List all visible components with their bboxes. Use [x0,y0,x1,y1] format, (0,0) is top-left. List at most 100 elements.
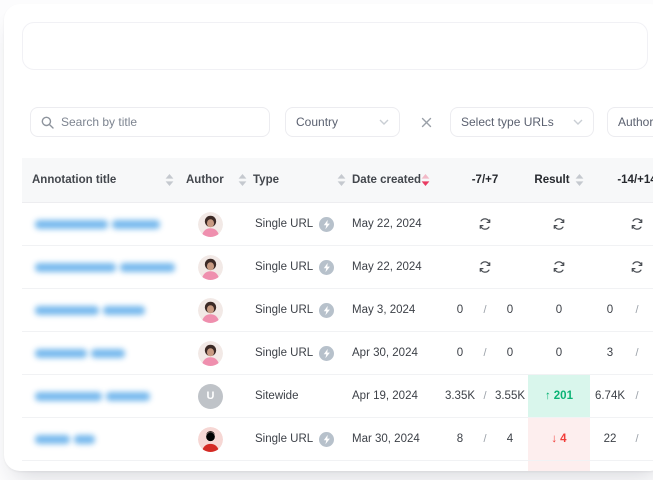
annotations-panel: Country Select type URLs Author Annotati… [4,4,653,471]
table-row: Single URL Apr 30, 2024 0/0 0 3/ [22,332,653,375]
result-cell [528,203,590,245]
annotation-title-link[interactable] [35,349,125,358]
refresh-icon[interactable] [552,260,566,274]
minus7-plus7-cell: 8/4 [442,418,528,460]
type-urls-select-value: Select type URLs [461,115,554,129]
search-input[interactable] [61,115,259,129]
annotation-title-link[interactable] [35,263,175,272]
author-cell [186,332,253,374]
sort-icon [165,174,174,186]
column-header-date[interactable]: Date created [352,174,442,186]
boost-bolt-icon [319,303,334,318]
refresh-icon[interactable] [552,217,566,231]
refresh-icon[interactable] [630,217,644,231]
minus7-plus7-cell [442,246,528,288]
clear-filter-button[interactable] [418,114,434,130]
result-cell [528,461,590,471]
author-select-value: Author [618,115,653,129]
sort-icon [238,174,247,186]
table-body: Single URL May 22, 2024 Single URL May 2… [22,203,653,471]
country-select[interactable]: Country [285,107,400,137]
result-cell: ↓4 [528,418,590,460]
author-avatar [198,212,223,237]
sort-icon [337,174,346,186]
column-header-author[interactable]: Author [186,174,253,186]
author-avatar [198,255,223,280]
table-row: Single URL May 22, 2024 [22,203,653,246]
date-cell: Apr 30, 2024 [352,332,442,374]
sort-icon [575,174,584,186]
author-avatar: U [198,384,223,409]
minus14-plus14-cell: 0/ [590,289,653,331]
author-avatar [198,298,223,323]
boost-bolt-icon [319,346,334,361]
table-row: Single URL Mar 30, 2024 8/4 ↓4 22/ [22,418,653,461]
title-cell [22,418,186,460]
type-cell: Single URL [253,203,352,245]
type-cell: Single URL [253,418,352,460]
chevron-down-icon [379,119,389,125]
result-cell: 0 [528,289,590,331]
date-cell: May 22, 2024 [352,203,442,245]
date-cell: May 22, 2024 [352,246,442,288]
title-cell [22,375,186,417]
author-cell: U [186,375,253,417]
boost-bolt-icon [319,217,334,232]
date-cell: May 3, 2024 [352,289,442,331]
refresh-icon[interactable] [478,260,492,274]
refresh-icon[interactable] [478,217,492,231]
table-header-row: Annotation title Author Type Date create… [22,158,653,203]
minus7-plus7-cell [442,203,528,245]
minus14-plus14-cell: 6.74K/6 [590,375,653,417]
minus14-plus14-cell [590,246,653,288]
title-cell [22,289,186,331]
type-cell: Sitewide [253,375,352,417]
title-cell [22,203,186,245]
sort-icon [421,174,430,186]
author-avatar [198,341,223,366]
date-cell: Mar 30, 2024 [352,418,442,460]
author-cell [186,418,253,460]
author-cell [186,203,253,245]
column-header-m14: -14/+14 [590,174,653,186]
table-row: U Sitewide Apr 19, 2024 3.35K/3.55K ↑201… [22,375,653,418]
minus14-plus14-cell [590,203,653,245]
minus7-plus7-cell: 0/0 [442,332,528,374]
table-row: Single URL May 3, 2024 0/0 0 0/ [22,289,653,332]
chevron-down-icon [573,119,583,125]
refresh-icon[interactable] [630,260,644,274]
date-cell: Apr 19, 2024 [352,375,442,417]
result-cell [528,246,590,288]
filter-bar: Country Select type URLs Author [30,107,653,137]
author-cell [186,289,253,331]
type-cell: Single URL [253,289,352,331]
search-icon [41,116,54,129]
table-row: Single URL May 22, 2024 [22,246,653,289]
annotation-title-link[interactable] [35,306,145,315]
column-header-title[interactable]: Annotation title [22,174,186,186]
column-header-type[interactable]: Type [253,174,352,186]
result-cell: ↑201 [528,375,590,417]
annotation-title-link[interactable] [35,220,160,229]
arrow-down-icon: ↓ [551,433,557,445]
minus14-plus14-cell: 22/ [590,418,653,460]
author-avatar [198,427,223,452]
author-select[interactable]: Author [607,107,653,137]
arrow-up-icon: ↑ [545,390,551,402]
type-cell: Single URL [253,246,352,288]
column-header-result[interactable]: Result [528,174,590,186]
annotations-table: Annotation title Author Type Date create… [22,158,653,471]
type-cell: Single URL [253,332,352,374]
boost-bolt-icon [319,432,334,447]
title-cell [22,332,186,374]
annotation-title-link[interactable] [35,392,150,401]
annotation-title-link[interactable] [35,435,95,444]
table-row-partial [22,461,653,471]
boost-bolt-icon [319,260,334,275]
minus14-plus14-cell: 3/ [590,332,653,374]
type-urls-select[interactable]: Select type URLs [450,107,594,137]
minus7-plus7-cell: 0/0 [442,289,528,331]
search-by-title-field[interactable] [30,107,270,137]
author-cell [186,246,253,288]
column-header-m7: -7/+7 [442,174,528,186]
